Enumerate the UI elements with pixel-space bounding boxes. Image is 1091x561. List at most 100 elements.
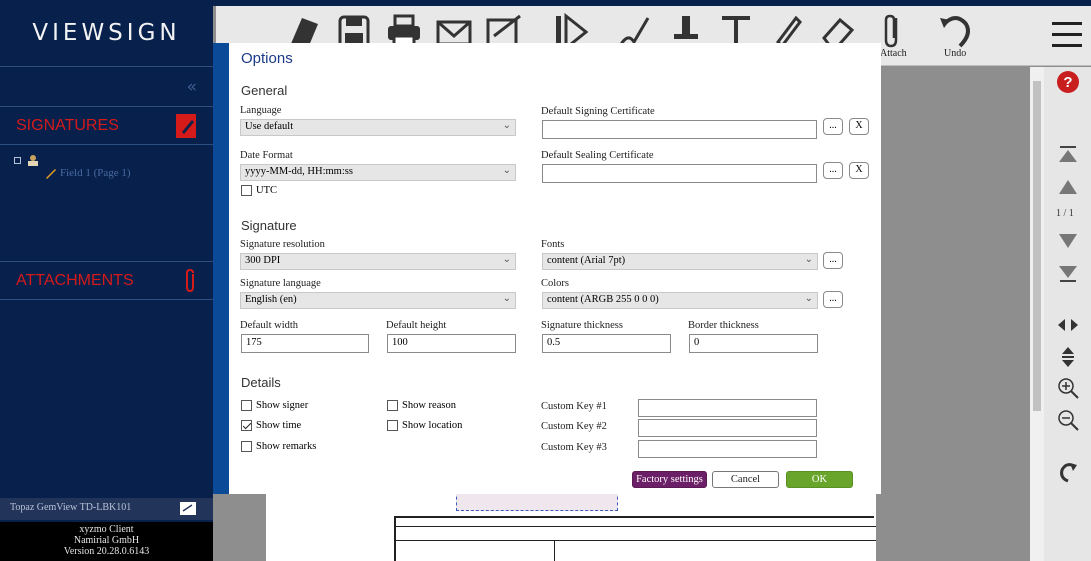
svg-text:?: ? [1063, 74, 1072, 91]
colors-browse-button[interactable]: ... [823, 291, 843, 308]
utc-checkbox[interactable] [241, 185, 252, 196]
scrollbar-thumb[interactable] [1033, 81, 1041, 411]
fit-height-icon[interactable] [1056, 345, 1080, 369]
show-time-row[interactable]: Show time [241, 420, 301, 431]
signatures-label: SIGNATURES [16, 117, 119, 134]
show-signer-label: Show signer [256, 400, 309, 411]
signature-pad-icon[interactable] [180, 502, 196, 515]
show-location-checkbox[interactable] [387, 420, 398, 431]
factory-settings-button[interactable]: Factory settings [632, 471, 707, 488]
version-text: Version 20.28.0.6143 [63, 546, 150, 557]
signature-group-title: Signature [241, 218, 297, 233]
show-signer-checkbox[interactable] [241, 400, 252, 411]
signature-thickness-label: Signature thickness [541, 320, 623, 331]
show-time-checkbox[interactable] [241, 420, 252, 431]
show-reason-row[interactable]: Show reason [387, 400, 456, 411]
company-name: Namirial GmbH [73, 535, 140, 546]
custom-key-1-label: Custom Key #1 [541, 401, 607, 412]
help-icon[interactable]: ? [1056, 70, 1080, 94]
signature-resolution-value: 300 DPI [245, 255, 281, 266]
show-reason-checkbox[interactable] [387, 400, 398, 411]
custom-key-3-input[interactable] [638, 440, 817, 458]
fonts-select[interactable]: content (Arial 7pt) ⌄ [542, 253, 818, 270]
viewsign-logo: VIEWSIGN [32, 20, 181, 46]
signing-certificate-input[interactable] [542, 120, 817, 139]
signature-language-select[interactable]: English (en) ⌄ [240, 292, 516, 309]
sealing-certificate-label: Default Sealing Certificate [541, 150, 654, 161]
zoom-out-icon[interactable] [1056, 408, 1080, 432]
signer-person-icon [28, 155, 38, 166]
signing-certificate-label: Default Signing Certificate [541, 106, 655, 117]
device-name: Topaz GemView TD-LBK101 [10, 502, 132, 513]
page-indicator: 1 / 1 [1056, 208, 1074, 219]
date-format-select[interactable]: yyyy-MM-dd, HH:mm:ss ⌄ [240, 164, 516, 181]
chevron-down-icon: ⌄ [502, 120, 511, 131]
undo-icon[interactable] [936, 12, 976, 52]
language-select[interactable]: Use default ⌄ [240, 119, 516, 136]
custom-key-1-input[interactable] [638, 399, 817, 417]
last-page-icon[interactable] [1056, 262, 1080, 286]
show-signer-row[interactable]: Show signer [241, 400, 308, 411]
default-width-label: Default width [240, 320, 299, 331]
language-label: Language [240, 105, 282, 116]
default-height-label: Default height [386, 320, 447, 331]
undo-label[interactable]: Undo [944, 48, 966, 59]
signature-resolution-select[interactable]: 300 DPI ⌄ [240, 253, 516, 270]
general-group-title: General [241, 83, 288, 98]
attach-label[interactable]: Attach [880, 48, 907, 59]
signing-certificate-clear-button[interactable]: X [849, 118, 869, 135]
default-width-input[interactable]: 175 [241, 334, 369, 353]
first-page-icon[interactable] [1056, 142, 1080, 166]
dialog-title: Options [241, 50, 293, 67]
fonts-value: content (Arial 7pt) [547, 255, 626, 266]
signatures-section-header[interactable]: SIGNATURES [0, 107, 213, 145]
fit-width-icon[interactable] [1056, 313, 1080, 337]
signature-tree: Field 1 (Page 1) [0, 145, 213, 262]
border-thickness-input[interactable]: 0 [689, 334, 818, 353]
tree-item-field-1[interactable]: Field 1 (Page 1) [60, 167, 131, 179]
chevron-down-icon: ⌄ [804, 254, 813, 265]
sealing-certificate-clear-button[interactable]: X [849, 162, 869, 179]
show-remarks-checkbox[interactable] [241, 441, 252, 452]
show-location-row[interactable]: Show location [387, 420, 462, 431]
hamburger-menu-icon[interactable] [1050, 18, 1084, 50]
chevron-down-icon: ⌄ [804, 293, 813, 304]
ok-button[interactable]: OK [786, 471, 853, 488]
tree-collapse-icon[interactable] [14, 157, 21, 164]
colors-select[interactable]: content (ARGB 255 0 0 0) ⌄ [542, 292, 818, 309]
show-time-label: Show time [256, 420, 302, 431]
sealing-certificate-input[interactable] [542, 164, 817, 183]
paperclip-icon[interactable] [181, 268, 199, 294]
default-height-input[interactable]: 100 [387, 334, 516, 353]
signature-thickness-input[interactable]: 0.5 [542, 334, 671, 353]
show-reason-label: Show reason [402, 400, 456, 411]
fonts-browse-button[interactable]: ... [823, 252, 843, 269]
document-scrollbar[interactable] [1030, 67, 1044, 561]
signature-pen-icon[interactable] [175, 113, 199, 139]
show-remarks-row[interactable]: Show remarks [241, 441, 316, 452]
signature-language-value: English (en) [245, 294, 297, 305]
sealing-certificate-browse-button[interactable]: ... [823, 162, 843, 179]
custom-key-3-label: Custom Key #3 [541, 442, 607, 453]
custom-key-2-input[interactable] [638, 419, 817, 437]
collapse-sidebar-icon[interactable]: « [187, 77, 197, 97]
rotate-icon[interactable] [1056, 460, 1080, 484]
signature-field-box[interactable] [456, 491, 618, 511]
signing-certificate-browse-button[interactable]: ... [823, 118, 843, 135]
attachments-label: ATTACHMENTS [16, 272, 134, 289]
collapse-row: « [0, 67, 213, 107]
previous-page-icon[interactable] [1056, 174, 1080, 198]
show-location-label: Show location [402, 420, 463, 431]
logo-area: VIEWSIGN [0, 0, 213, 67]
signature-field-icon [46, 169, 56, 179]
client-info: xyzmo Client Namirial GmbH Version 20.28… [0, 522, 213, 561]
next-page-icon[interactable] [1056, 230, 1080, 254]
chevron-down-icon: ⌄ [502, 165, 511, 176]
date-format-value: yyyy-MM-dd, HH:mm:ss [245, 166, 353, 177]
attachments-section-header[interactable]: ATTACHMENTS [0, 262, 213, 300]
zoom-in-icon[interactable] [1056, 376, 1080, 400]
utc-checkbox-row[interactable]: UTC [241, 185, 277, 196]
device-bar: Topaz GemView TD-LBK101 [0, 498, 213, 520]
cancel-button[interactable]: Cancel [712, 471, 779, 488]
sidebar: VIEWSIGN « SIGNATURES Field 1 (Page 1) A… [0, 0, 213, 561]
